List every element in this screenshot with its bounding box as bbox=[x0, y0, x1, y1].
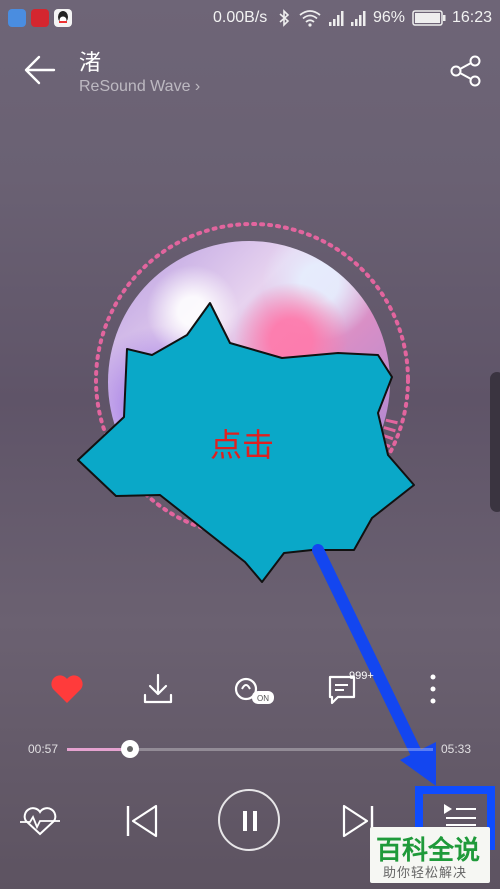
bluetooth-icon bbox=[279, 9, 290, 27]
artist-name[interactable]: ReSound Wave bbox=[79, 78, 190, 95]
svg-text:ON: ON bbox=[257, 694, 269, 703]
wifi-icon bbox=[299, 10, 321, 27]
pause-button[interactable] bbox=[218, 789, 280, 851]
annotation-arrow bbox=[312, 544, 424, 763]
download-icon[interactable] bbox=[138, 671, 178, 707]
shield-app-icon bbox=[8, 9, 26, 27]
callout-text: 点击 bbox=[210, 426, 275, 464]
previous-track-icon[interactable] bbox=[124, 802, 160, 840]
battery-percent: 96% bbox=[373, 9, 406, 26]
battery-icon bbox=[412, 10, 446, 26]
pause-icon bbox=[243, 811, 257, 831]
total-time: 05:33 bbox=[441, 742, 472, 756]
qq-icon bbox=[54, 9, 72, 27]
share-icon[interactable] bbox=[449, 55, 483, 87]
song-title: 渚 bbox=[79, 50, 102, 75]
artist-link[interactable]: ReSound Wave › bbox=[79, 78, 200, 96]
elapsed-time: 00:57 bbox=[28, 742, 59, 756]
watermark-logo: 百科全说 助你轻松解决 bbox=[370, 827, 490, 883]
signal-icon bbox=[351, 11, 366, 26]
side-drawer-handle[interactable] bbox=[490, 372, 500, 512]
network-speed: 0.00B/s bbox=[213, 9, 268, 26]
clock: 16:23 bbox=[452, 9, 493, 26]
watermark-subtitle: 助你轻松解决 bbox=[383, 866, 468, 881]
status-bar: 0.00B/s 96% 16:23 bbox=[0, 0, 500, 36]
album-art[interactable] bbox=[108, 241, 390, 523]
netease-music-icon bbox=[31, 9, 49, 27]
more-options-icon[interactable] bbox=[413, 671, 453, 707]
progress-slider[interactable] bbox=[67, 740, 433, 758]
heart-mode-icon[interactable] bbox=[18, 804, 62, 840]
progress-thumb[interactable] bbox=[120, 740, 139, 758]
comment-count-badge: 999+ bbox=[349, 670, 374, 682]
back-arrow-icon[interactable] bbox=[22, 52, 58, 88]
sound-effect-on-icon[interactable]: ON bbox=[232, 671, 276, 707]
signal-icon bbox=[329, 11, 344, 26]
chevron-right-icon: › bbox=[194, 78, 201, 95]
like-heart-icon[interactable] bbox=[47, 671, 87, 707]
